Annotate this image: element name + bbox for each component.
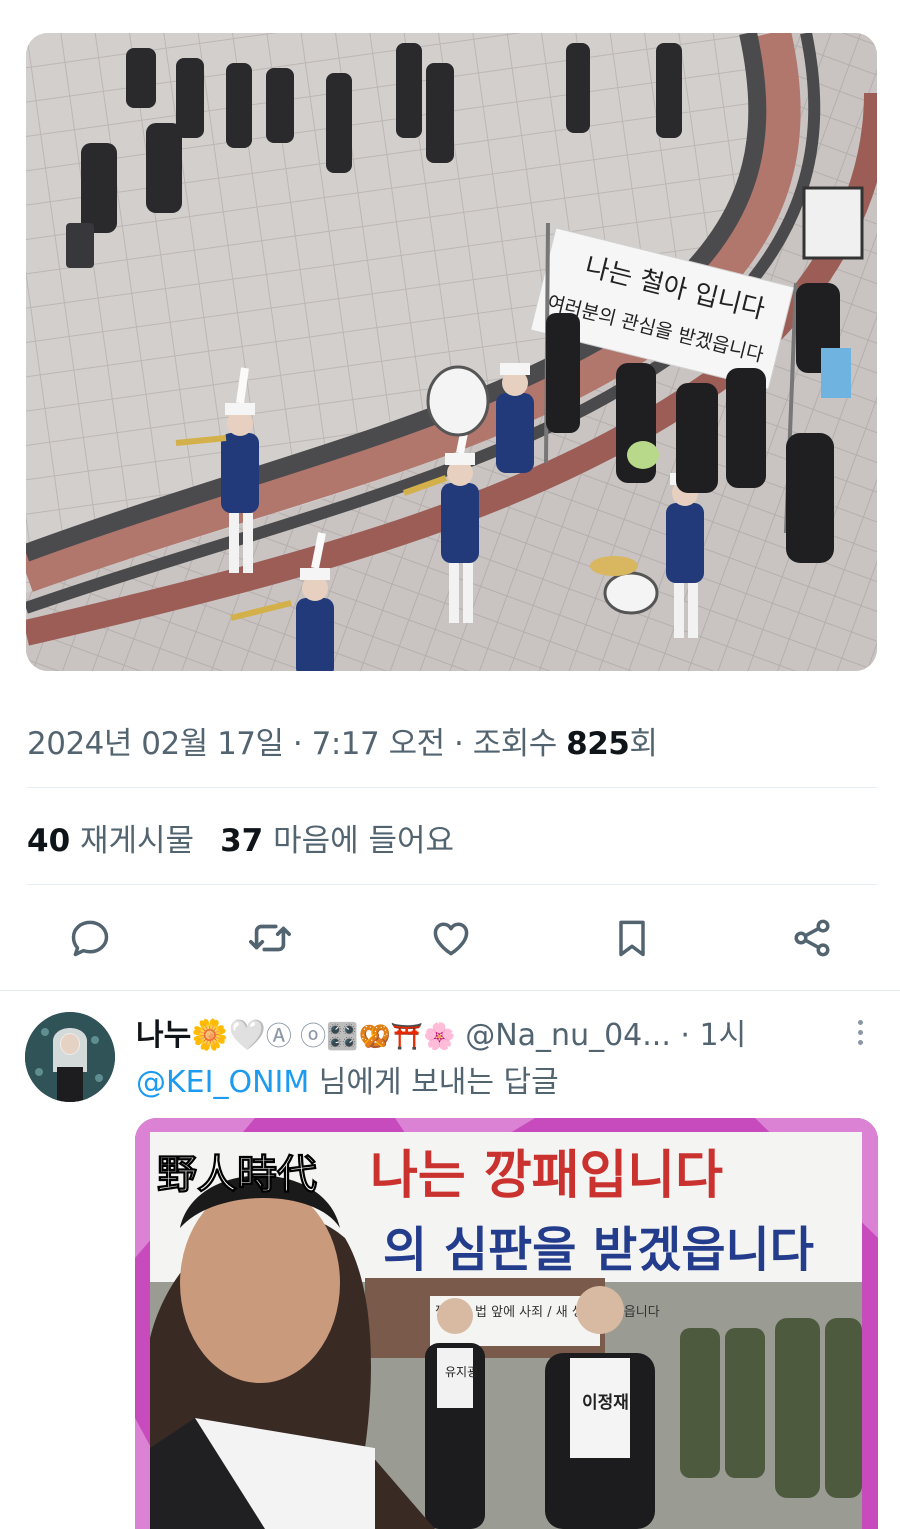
views-count: 825 xyxy=(566,726,630,762)
reply-time[interactable]: · 1시 xyxy=(671,1018,746,1053)
reposts-count: 40 xyxy=(27,823,71,859)
reposts-stat[interactable]: 40 재게시물 xyxy=(27,823,194,859)
reply-name-extra: Ⓐ ⓞ🎛️🥨⛩️🌸 xyxy=(265,1022,456,1052)
avatar-image xyxy=(25,1012,115,1102)
divider xyxy=(27,884,877,885)
avatar[interactable] xyxy=(25,1012,115,1102)
svg-text:나는 깡패입니다: 나는 깡패입니다 xyxy=(370,1146,723,1206)
tweet-photo[interactable]: 나는 철아 입니다 여러분의 관심을 받겠읍니다 xyxy=(26,33,877,671)
svg-text:野人時代: 野人時代 xyxy=(157,1151,317,1198)
replying-to: @KEI_ONIM 님에게 보내는 답글 xyxy=(136,1057,559,1101)
reply-button[interactable] xyxy=(64,912,116,964)
likes-count: 37 xyxy=(220,823,264,859)
more-dot-icon xyxy=(857,1039,863,1045)
repost-icon xyxy=(249,924,291,952)
views-suffix: 회 xyxy=(629,726,658,762)
views-label: 조회수 xyxy=(472,726,567,762)
action-bar xyxy=(0,912,900,964)
tweet-stats: 40 재게시물 37 마음에 들어요 xyxy=(27,815,454,860)
svg-text:이정재: 이정재 xyxy=(582,1393,629,1413)
tweet-date: 2024년 02월 17일 xyxy=(27,726,284,762)
meta-separator: · xyxy=(283,726,312,762)
meta-separator: · xyxy=(444,726,473,762)
reply-header: 나누🌼🤍Ⓐ ⓞ🎛️🥨⛩️🌸 @Na_nu_04... · 1시 xyxy=(136,1010,836,1054)
reply-display-name[interactable]: 나누🌼🤍 xyxy=(136,1018,266,1053)
bookmark-button[interactable] xyxy=(606,912,658,964)
like-button[interactable] xyxy=(425,912,477,964)
replying-text: 님에게 보내는 답글 xyxy=(309,1065,559,1100)
more-dot-icon xyxy=(857,1019,863,1025)
divider xyxy=(27,787,877,788)
reply-handle[interactable]: @Na_nu_04... xyxy=(465,1018,671,1053)
reply-media-image[interactable]: 나는 깡패입니다 의 심판을 받겠읍니다 깡패는 법 앞에 사죄 / 새 생활 … xyxy=(135,1118,878,1529)
repost-button[interactable] xyxy=(244,912,296,964)
bookmark-icon xyxy=(619,920,645,957)
svg-text:의 심판을 받겠읍니다: 의 심판을 받겠읍니다 xyxy=(383,1222,814,1278)
replying-mention-link[interactable]: @KEI_ONIM xyxy=(136,1065,309,1100)
reposts-label: 재게시물 xyxy=(70,823,195,859)
like-icon xyxy=(433,922,469,956)
more-options-button[interactable] xyxy=(846,1012,874,1052)
svg-text:유지광: 유지광 xyxy=(445,1365,478,1379)
share-button[interactable] xyxy=(786,912,838,964)
share-icon xyxy=(794,919,830,957)
likes-label: 마음에 들어요 xyxy=(263,823,455,859)
drama-still-illustration: 나는 깡패입니다 의 심판을 받겠읍니다 깡패는 법 앞에 사죄 / 새 생활 … xyxy=(135,1118,878,1529)
divider xyxy=(0,990,900,991)
likes-stat[interactable]: 37 마음에 들어요 xyxy=(220,823,454,859)
reply-icon xyxy=(71,920,109,957)
tweet-time: 7:17 오전 xyxy=(311,726,446,762)
more-dot-icon xyxy=(857,1029,863,1035)
tweet-meta: 2024년 02월 17일 · 7:17 오전 · 조회수 825회 xyxy=(27,718,658,763)
parade-photo-illustration: 나는 철아 입니다 여러분의 관심을 받겠읍니다 xyxy=(26,33,877,671)
